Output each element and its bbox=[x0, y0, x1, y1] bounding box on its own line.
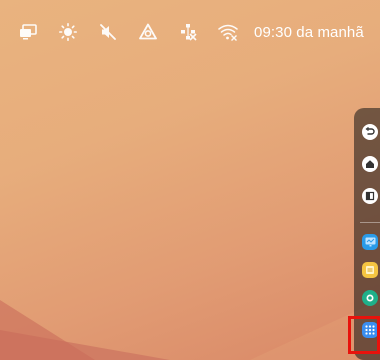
wifi-no-internet-icon[interactable] bbox=[218, 22, 238, 42]
back-icon bbox=[365, 127, 375, 135]
whiteboard-app-icon bbox=[365, 237, 375, 247]
browser-app-icon bbox=[366, 294, 374, 302]
app-drawer-icon bbox=[365, 325, 375, 335]
home-icon bbox=[366, 160, 374, 168]
browser-app-button[interactable] bbox=[362, 290, 378, 306]
brightness-icon[interactable] bbox=[58, 22, 78, 42]
home-screen: 09:30 da manhã bbox=[0, 0, 380, 360]
sync-icon[interactable] bbox=[138, 22, 158, 42]
recents-icon bbox=[365, 191, 375, 201]
side-toolbar bbox=[354, 108, 380, 360]
ethernet-disconnected-icon[interactable] bbox=[178, 22, 198, 42]
screen-mirror-icon[interactable] bbox=[18, 22, 38, 42]
notes-app-button[interactable] bbox=[362, 262, 378, 278]
recents-button[interactable] bbox=[362, 188, 378, 204]
toolbar-divider bbox=[360, 222, 380, 223]
status-time: 09:30 da manhã bbox=[254, 23, 364, 41]
volume-muted-icon[interactable] bbox=[98, 22, 118, 42]
home-button[interactable] bbox=[362, 156, 378, 172]
app-drawer-button[interactable] bbox=[362, 322, 378, 338]
back-button[interactable] bbox=[362, 124, 378, 140]
whiteboard-app-button[interactable] bbox=[362, 234, 378, 250]
status-bar: 09:30 da manhã bbox=[0, 0, 380, 64]
notes-app-icon bbox=[366, 266, 374, 274]
